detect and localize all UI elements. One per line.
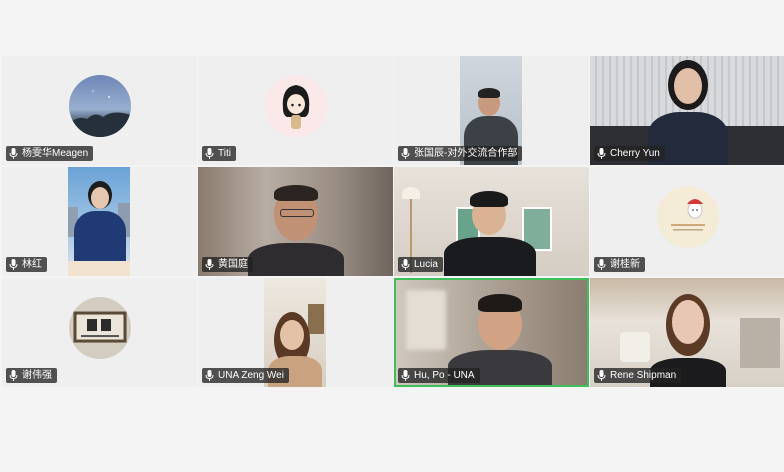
participant-name-tag: 杨雯华Meagen: [6, 146, 94, 161]
participant-name: 谢桂新: [610, 259, 640, 270]
microphone-icon: [597, 148, 606, 159]
participant-name-tag: 谢桂新: [594, 257, 645, 272]
video-feed: [68, 167, 130, 276]
participant-tile-5[interactable]: 林红: [2, 167, 197, 276]
participant-tile-3[interactable]: 张国辰-对外交流合作部: [394, 56, 589, 165]
microphone-icon: [9, 370, 18, 381]
participant-tile-11-active-speaker[interactable]: Hu, Po - UNA: [394, 278, 589, 387]
participant-tile-8[interactable]: 谢桂新: [590, 167, 784, 276]
participant-name: Hu, Po - UNA: [414, 370, 475, 381]
participant-name-tag: 林红: [6, 257, 47, 272]
participant-tile-12[interactable]: Rene Shipman: [590, 278, 784, 387]
avatar: [68, 74, 131, 137]
participant-name: Titi: [218, 148, 231, 159]
microphone-icon: [597, 370, 606, 381]
microphone-icon: [9, 259, 18, 270]
participant-name-tag: UNA Zeng Wei: [202, 368, 289, 383]
participant-tile-1[interactable]: 杨雯华Meagen: [2, 56, 197, 165]
video-grid: 杨雯华Meagen Titi 张国辰-对外交流合作部 Cherry Yun 林红…: [0, 56, 784, 387]
participant-tile-6[interactable]: 黄国庭: [198, 167, 393, 276]
participant-name-tag: Rene Shipman: [594, 368, 682, 383]
microphone-icon: [401, 148, 410, 159]
microphone-icon: [9, 148, 18, 159]
participant-name: Cherry Yun: [610, 148, 660, 159]
microphone-icon: [205, 370, 214, 381]
participant-name-tag: Titi: [202, 146, 236, 161]
avatar: [656, 185, 719, 248]
microphone-icon: [401, 370, 410, 381]
participant-name: 林红: [22, 259, 42, 270]
microphone-icon: [205, 259, 214, 270]
participant-name-tag: Lucia: [398, 257, 443, 272]
participant-name-tag: 谢伟强: [6, 368, 57, 383]
participant-tile-2[interactable]: Titi: [198, 56, 393, 165]
microphone-icon: [597, 259, 606, 270]
participant-name: 谢伟强: [22, 370, 52, 381]
participant-name-tag: 黄国庭: [202, 257, 253, 272]
participant-tile-9[interactable]: 谢伟强: [2, 278, 197, 387]
participant-name-tag: Cherry Yun: [594, 146, 665, 161]
avatar: [68, 296, 131, 359]
participant-name: Rene Shipman: [610, 370, 677, 381]
microphone-icon: [205, 148, 214, 159]
participant-name: 张国辰-对外交流合作部: [414, 148, 518, 159]
microphone-icon: [401, 259, 410, 270]
participant-name: 黄国庭: [218, 259, 248, 270]
participant-name-tag: Hu, Po - UNA: [398, 368, 480, 383]
participant-tile-4[interactable]: Cherry Yun: [590, 56, 784, 165]
participant-tile-10[interactable]: UNA Zeng Wei: [198, 278, 393, 387]
avatar: [264, 74, 327, 137]
participant-name: Lucia: [414, 259, 438, 270]
participant-name-tag: 张国辰-对外交流合作部: [398, 146, 523, 161]
participant-tile-7[interactable]: Lucia: [394, 167, 589, 276]
participant-name: UNA Zeng Wei: [218, 370, 284, 381]
participant-name: 杨雯华Meagen: [22, 148, 89, 159]
